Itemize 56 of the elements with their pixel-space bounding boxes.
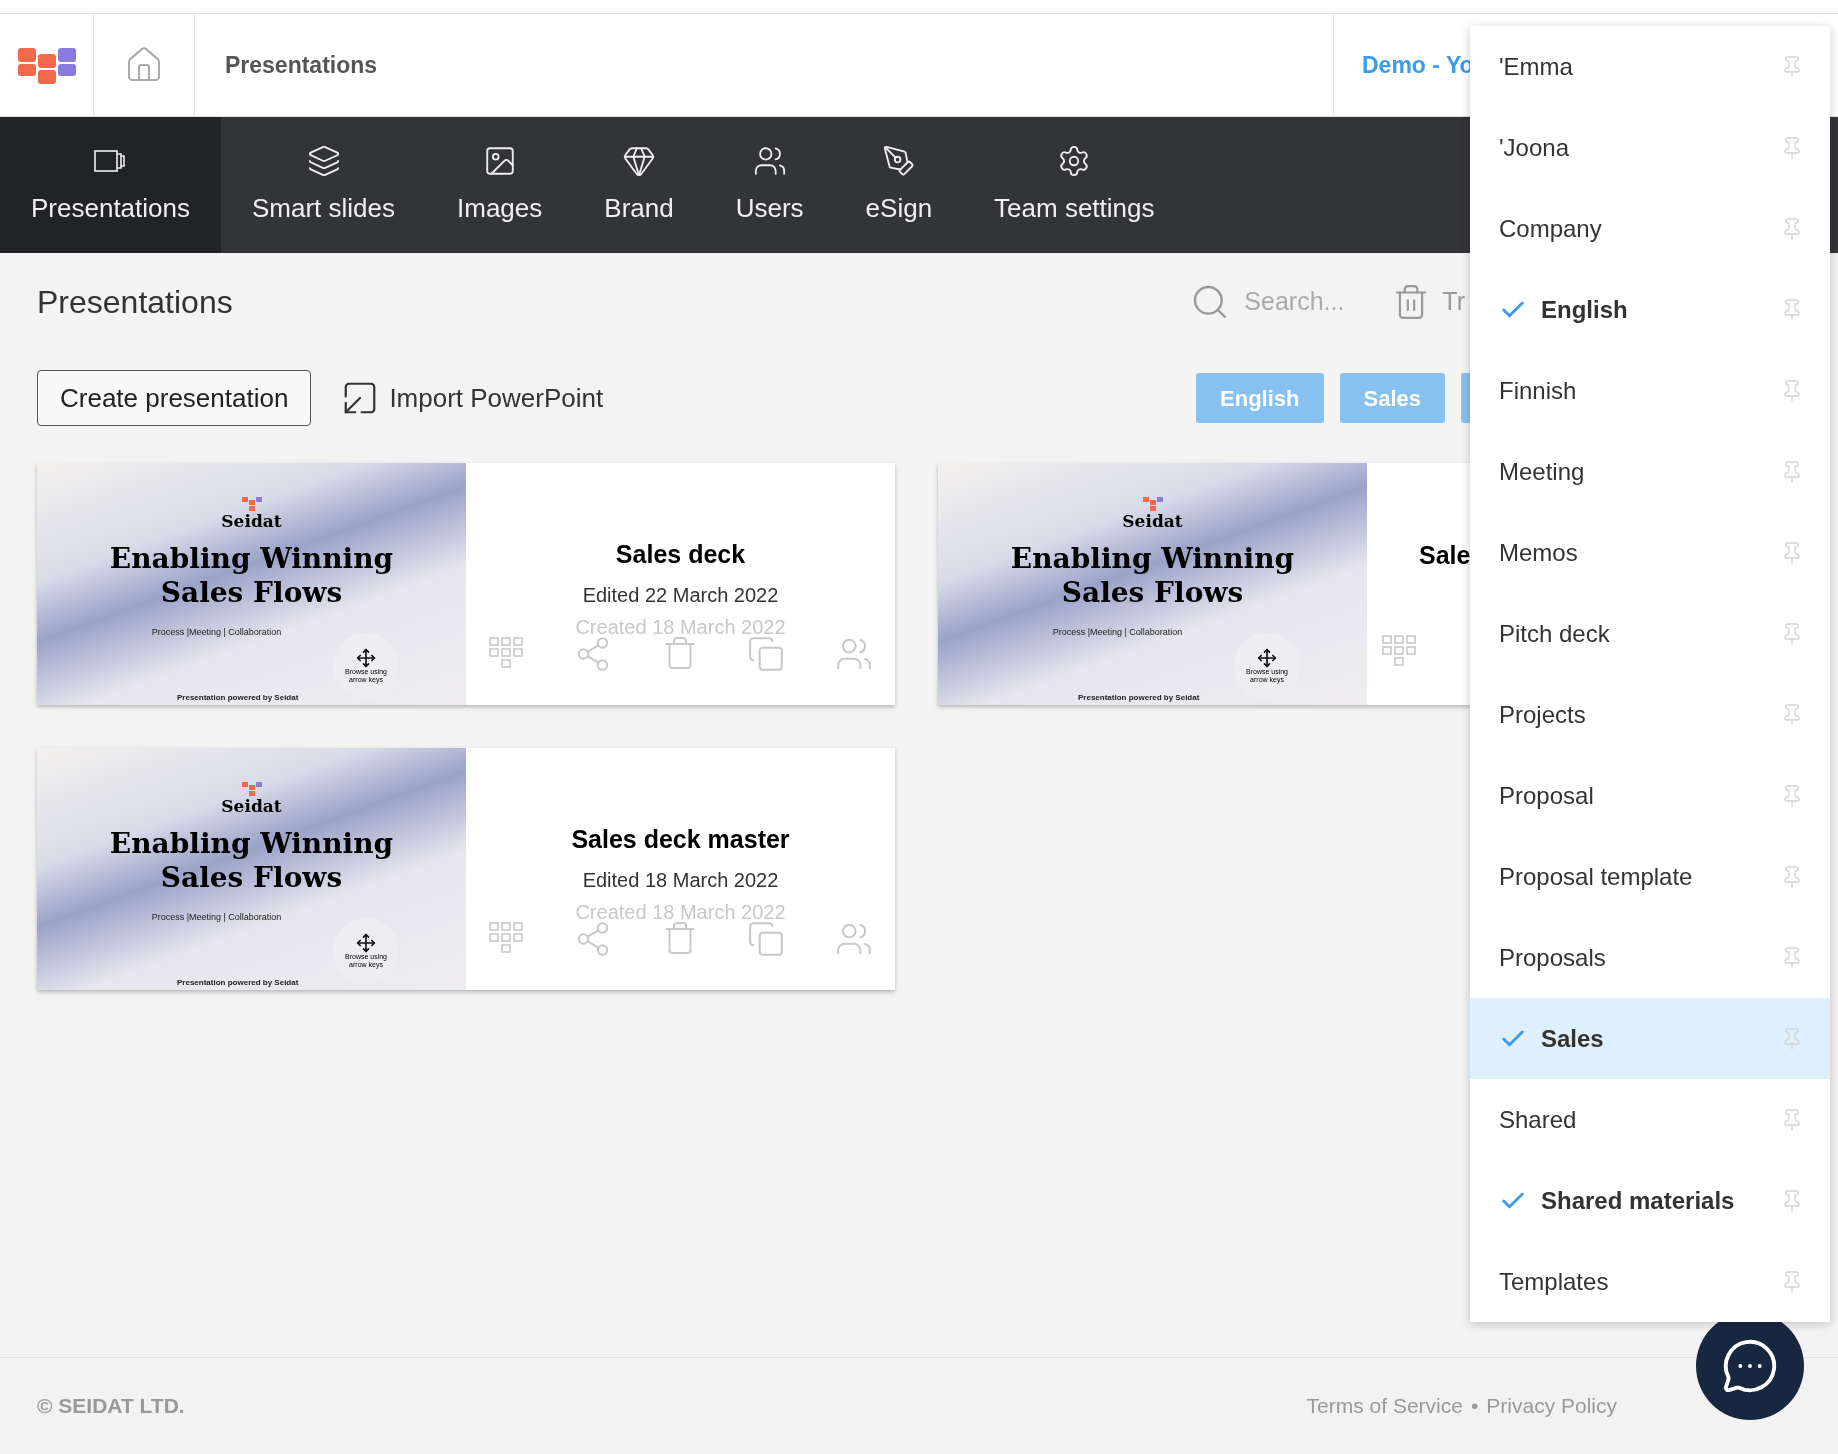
slide-headline: Enabling Winning Sales Flows [1009, 542, 1296, 610]
tag-menu-item[interactable]: Meeting [1470, 431, 1830, 512]
tag-menu-item[interactable]: Shared materials [1470, 1160, 1830, 1241]
nav-tab[interactable]: Presentations [0, 117, 221, 253]
grid-icon[interactable] [488, 920, 524, 956]
slide-brand: Seidat [221, 798, 282, 815]
move-arrows-icon [1257, 648, 1277, 668]
slide-footer: Presentation powered by Seidat [177, 977, 299, 989]
import-powerpoint-button[interactable]: Import PowerPoint [341, 378, 604, 418]
slide-footer: Presentation powered by Seidat [1078, 692, 1200, 704]
logo-icon [1142, 497, 1163, 511]
slide-footer: Presentation powered by Seidat [177, 692, 299, 704]
slide-tagline: Process |Meeting | Collaboration [1052, 626, 1183, 639]
copy-icon[interactable] [747, 635, 786, 673]
tag-menu-item[interactable]: Proposal template [1470, 836, 1830, 917]
edited-date: Edited 18 March 2022 [582, 868, 779, 893]
tag-menu-item[interactable]: Sales [1470, 998, 1830, 1079]
search-field[interactable]: Search... [1244, 283, 1375, 321]
grid-icon[interactable] [1381, 632, 1417, 669]
tag-menu-item[interactable]: 'Joona [1470, 107, 1830, 188]
logo-icon [241, 497, 262, 511]
slide-brand: Seidat [221, 513, 282, 530]
tag-menu-item[interactable]: Proposal [1470, 755, 1830, 836]
slide-brand: Seidat [1122, 513, 1183, 530]
edited-date: Edited 22 March 2022 [582, 583, 779, 608]
tag-menu-item[interactable]: English [1470, 269, 1830, 350]
layers-icon [306, 143, 341, 178]
card-title: Sale [1419, 540, 1471, 571]
screen-icon [93, 147, 128, 174]
separator-dot: • [1470, 1393, 1479, 1420]
tag-menu-item[interactable]: Templates [1470, 1241, 1830, 1322]
tag-menu-item[interactable]: Proposals [1470, 917, 1830, 998]
move-arrows-icon [356, 648, 376, 668]
tag-menu-item[interactable]: 'Emma [1470, 26, 1830, 107]
card-title: Sales deck master [571, 824, 790, 855]
chat-icon [1721, 1337, 1779, 1395]
page-title: Presentations [37, 283, 233, 322]
copyright-text: © SEIDAT LTD. [37, 1393, 185, 1420]
header-title: Presentations [225, 50, 378, 80]
slide-tagline: Process |Meeting | Collaboration [151, 911, 282, 924]
tag-menu-item[interactable]: Company [1470, 188, 1830, 269]
logo-icon [241, 782, 262, 796]
move-arrows-icon [356, 933, 376, 953]
copy-icon[interactable] [747, 920, 786, 958]
create-presentation-button[interactable]: Create presentation [37, 370, 312, 426]
tag-menu-item[interactable]: Projects [1470, 674, 1830, 755]
grid-icon[interactable] [488, 635, 524, 671]
tag-menu-item[interactable]: Finnish [1470, 350, 1830, 431]
slide-headline: Enabling Winning Sales Flows [108, 542, 395, 610]
slide-headline: Enabling Winning Sales Flows [108, 827, 395, 895]
tag-menu-item[interactable]: Pitch deck [1470, 593, 1830, 674]
tag-menu-item[interactable]: Shared [1470, 1079, 1830, 1160]
card-title: Sales deck [615, 539, 746, 570]
tag-menu-item[interactable]: Memos [1470, 512, 1830, 593]
pen-icon [881, 143, 916, 178]
slide-tagline: Process |Meeting | Collaboration [151, 626, 282, 639]
